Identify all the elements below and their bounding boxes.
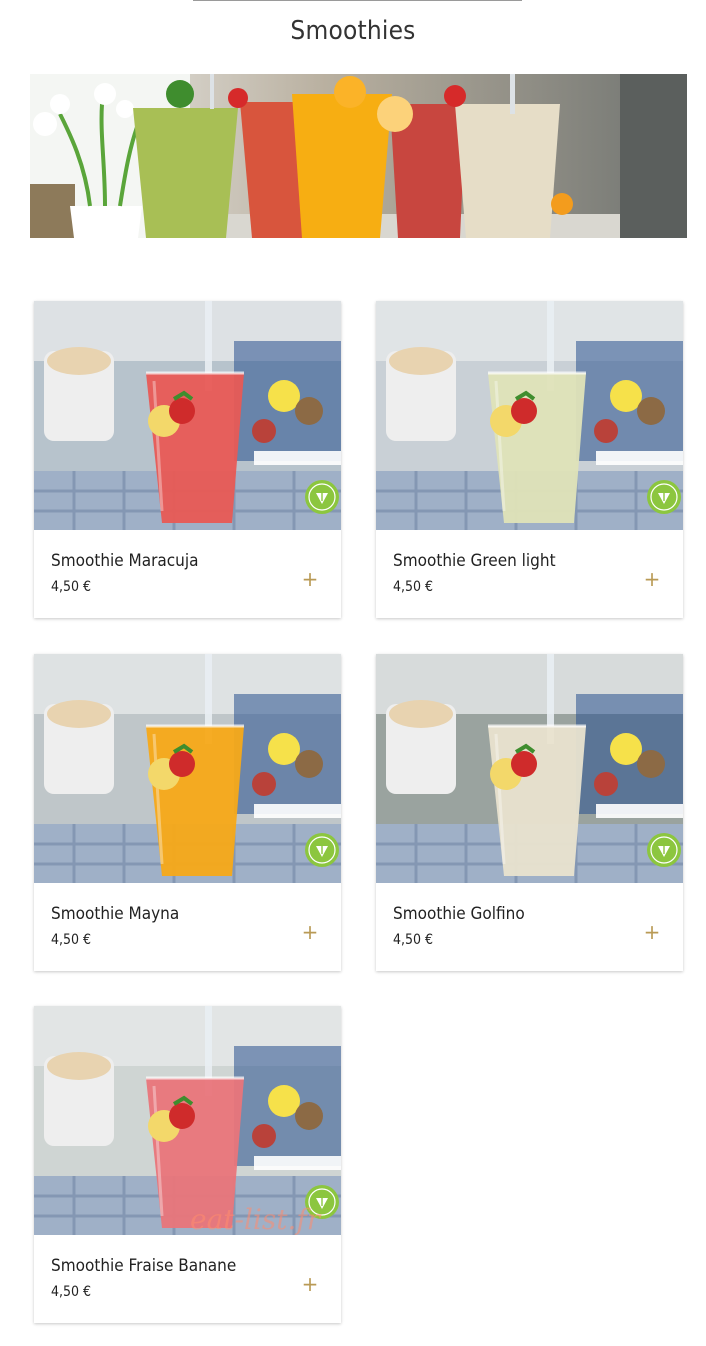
product-card[interactable]: Smoothie Green light 4,50 € + xyxy=(376,301,683,618)
add-to-cart-button[interactable]: + xyxy=(642,569,662,589)
product-image[interactable] xyxy=(376,654,683,883)
product-name: Smoothie Mayna xyxy=(51,904,180,924)
leaf-badge-icon xyxy=(647,480,681,514)
add-to-cart-button[interactable]: + xyxy=(300,569,320,589)
top-divider xyxy=(193,0,522,1)
product-price: 4,50 € xyxy=(393,579,434,595)
product-image[interactable] xyxy=(376,301,683,530)
product-card[interactable]: Smoothie Mayna 4,50 € + xyxy=(34,654,341,971)
hero-banner-image xyxy=(30,74,687,238)
product-image[interactable] xyxy=(34,301,341,530)
product-image[interactable] xyxy=(34,654,341,883)
product-name: Smoothie Maracuja xyxy=(51,551,199,571)
product-price: 4,50 € xyxy=(51,932,92,948)
leaf-badge-icon xyxy=(305,480,339,514)
product-price: 4,50 € xyxy=(393,932,434,948)
product-name: Smoothie Golfino xyxy=(393,904,525,924)
product-card[interactable]: Smoothie Golfino 4,50 € + xyxy=(376,654,683,971)
product-card[interactable]: Smoothie Fraise Banane 4,50 € + xyxy=(34,1006,341,1323)
product-name: Smoothie Green light xyxy=(393,551,556,571)
product-card[interactable]: Smoothie Maracuja 4,50 € + xyxy=(34,301,341,618)
add-to-cart-button[interactable]: + xyxy=(642,922,662,942)
leaf-badge-icon xyxy=(647,833,681,867)
product-name: Smoothie Fraise Banane xyxy=(51,1256,237,1276)
leaf-badge-icon xyxy=(305,833,339,867)
page-title: Smoothies xyxy=(290,16,416,46)
product-image[interactable] xyxy=(34,1006,341,1235)
add-to-cart-button[interactable]: + xyxy=(300,1274,320,1294)
product-price: 4,50 € xyxy=(51,1284,92,1300)
product-price: 4,50 € xyxy=(51,579,92,595)
add-to-cart-button[interactable]: + xyxy=(300,922,320,942)
watermark-text: eat-list.fr xyxy=(190,1203,321,1236)
